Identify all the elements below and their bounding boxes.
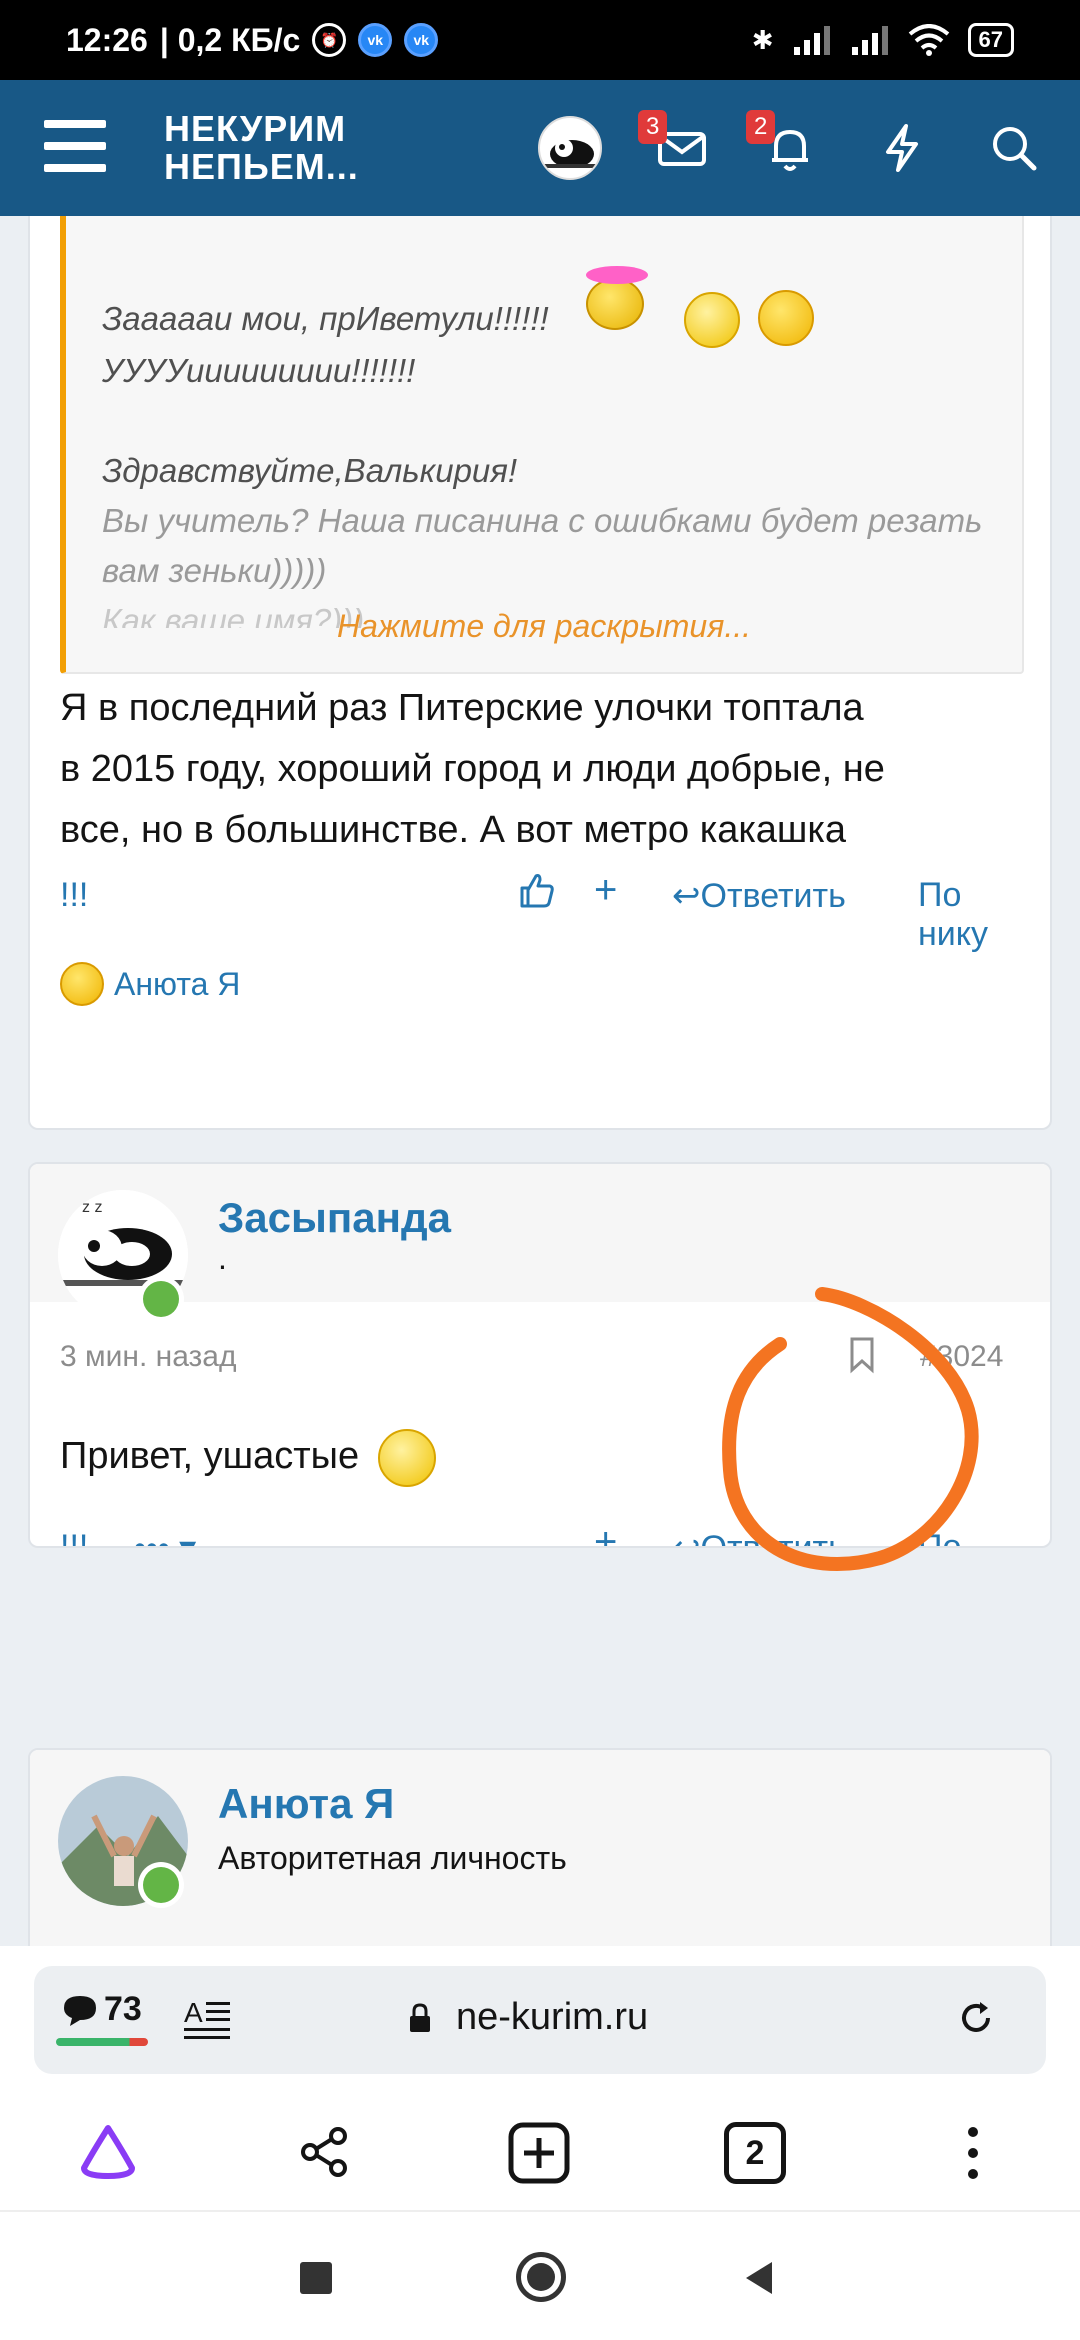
- report-button[interactable]: !!!: [60, 1528, 88, 1546]
- bluetooth-icon: ✱: [751, 24, 774, 55]
- quote-line: Зааааaи мои, прИветули!!!!!!: [102, 300, 549, 337]
- laughing-reaction-icon: [60, 962, 104, 1006]
- smiley-icon: [684, 292, 740, 348]
- lightning-icon[interactable]: [874, 120, 930, 176]
- lock-icon: [410, 2003, 430, 2032]
- smiley-icon: [586, 278, 644, 330]
- like-icon[interactable]: [516, 870, 556, 910]
- bookmark-icon[interactable]: [848, 1336, 876, 1374]
- quote-line: вам зеньки))))): [102, 552, 327, 589]
- reply-button[interactable]: ↩Ответить: [672, 1528, 846, 1548]
- recent-apps-button[interactable]: [300, 2262, 332, 2294]
- url-pill[interactable]: 73 A ne-kurim.ru: [34, 1966, 1046, 2074]
- reader-mode-icon[interactable]: A: [184, 1996, 232, 2040]
- messages-badge: 3: [638, 110, 668, 144]
- svg-text:z z: z z: [82, 1199, 102, 1216]
- reaction-user[interactable]: Анюта Я: [114, 966, 240, 1003]
- comments-icon[interactable]: [60, 1992, 100, 2028]
- post-actions: !!! ••• ▾ + ↩Ответить По нику: [60, 1520, 1024, 1548]
- post-time[interactable]: 3 мин. назад: [60, 1340, 237, 1374]
- account-avatar[interactable]: [538, 116, 602, 180]
- reply-button[interactable]: ↩Ответить: [672, 876, 846, 916]
- url-text[interactable]: ne-kurim.ru: [456, 1996, 648, 2039]
- status-time: 12:26: [66, 21, 148, 58]
- post-text-line: Я в последний раз Питерские улочки топта…: [60, 687, 864, 729]
- user-title: .: [218, 1240, 227, 1276]
- quote-line: Здравствуйте,Валькирия!: [102, 452, 518, 489]
- quote-block: Зааааaи мои, прИветули!!!!!! УУУУиииииии…: [60, 216, 1024, 674]
- smiley-icon: [758, 290, 814, 346]
- battery-indicator: 67: [967, 23, 1014, 57]
- username[interactable]: Засыпанда: [218, 1194, 451, 1242]
- alerts-badge: 2: [746, 110, 776, 144]
- browser-address-bar: 73 A ne-kurim.ru: [0, 1946, 1080, 2094]
- quote-line: УУУУиииииииии!!!!!!!: [102, 352, 416, 389]
- plus-button[interactable]: +: [594, 868, 617, 913]
- system-navigation-bar: [0, 2210, 1080, 2340]
- post-text-line: Привет, ушастые: [60, 1435, 360, 1477]
- reactions-bar[interactable]: Анюта Я: [60, 962, 240, 1006]
- more-options-icon[interactable]: [958, 2122, 988, 2184]
- report-button[interactable]: !!!: [60, 876, 88, 915]
- post-card: Зааааaи мои, прИветули!!!!!! УУУУиииииии…: [28, 216, 1052, 1130]
- smiley-icon: [377, 1428, 436, 1487]
- status-speed: | 0,2 КБ/с: [159, 21, 301, 58]
- post-number[interactable]: #3024: [920, 1340, 1003, 1374]
- more-menu-button[interactable]: ••• ▾: [134, 1528, 196, 1548]
- svg-text:A: A: [184, 1997, 203, 2028]
- by-nick-button[interactable]: По нику: [918, 876, 1024, 954]
- thread-content: Зааааaи мои, прИветули!!!!!! УУУУиииииии…: [0, 216, 1080, 1946]
- wifi-icon: [908, 24, 949, 56]
- reply-label: Ответить: [700, 877, 846, 915]
- alarm-icon: ⏰: [312, 23, 347, 57]
- post-actions: !!! + ↩Ответить По нику: [60, 868, 1024, 953]
- brand-line-2: НЕПЬЕМ...: [164, 146, 359, 187]
- username[interactable]: Анюта Я: [218, 1780, 394, 1828]
- expand-quote-link[interactable]: Нажмите для раскрытия...: [66, 608, 1022, 645]
- comments-progress: [56, 2038, 148, 2046]
- vk-notification-icon: vk: [358, 23, 393, 57]
- more-label: •••: [134, 1529, 170, 1548]
- post-body: Привет, ушастые: [60, 1426, 436, 1487]
- smiley-icon: [586, 266, 648, 284]
- comments-count[interactable]: 73: [104, 1990, 142, 2029]
- home-button[interactable]: [516, 2252, 566, 2302]
- post-body: Я в последний раз Питерские улочки топта…: [60, 678, 885, 861]
- post-card: z z Засыпанда . 3 мин. назад #3024 Приве…: [28, 1162, 1052, 1548]
- by-nick-button[interactable]: По нику: [918, 1528, 1024, 1546]
- site-logo[interactable]: НЕКУРИМ НЕПЬЕМ...: [164, 110, 359, 186]
- post-text-line: все, но в большинстве. А вот метро какаш…: [60, 809, 846, 851]
- vk-notification-icon-2: vk: [404, 23, 439, 57]
- reload-icon[interactable]: [956, 1998, 996, 2038]
- reply-label: Ответить: [700, 1529, 846, 1548]
- status-bar: 12:26 | 0,2 КБ/с ⏰ vk vk ✱ 67: [0, 0, 1080, 80]
- brand-line-1: НЕКУРИМ: [164, 108, 347, 149]
- new-tab-icon[interactable]: [508, 2122, 570, 2184]
- online-indicator: [138, 1862, 184, 1908]
- menu-icon[interactable]: [44, 120, 106, 172]
- tabs-counter-button[interactable]: 2: [724, 2122, 786, 2184]
- search-icon[interactable]: [986, 120, 1042, 176]
- post-text-line: в 2015 году, хороший город и люди добрые…: [60, 748, 885, 790]
- signal-icon: [793, 26, 830, 55]
- plus-button[interactable]: +: [594, 1520, 617, 1546]
- share-icon[interactable]: [296, 2124, 352, 2180]
- signal-icon-2: [851, 26, 888, 55]
- back-button[interactable]: [742, 2260, 778, 2296]
- app-header: НЕКУРИМ НЕПЬЕМ... 3 2: [0, 80, 1080, 216]
- reply-icon: ↩: [672, 1529, 701, 1548]
- browser-bottom-nav: 2: [0, 2094, 1080, 2210]
- alice-assistant-icon[interactable]: [76, 2120, 140, 2184]
- user-title: Авторитетная личность: [218, 1840, 567, 1876]
- online-indicator: [138, 1276, 184, 1322]
- reply-icon: ↩: [672, 877, 701, 915]
- post-card: Анюта Я Авторитетная личность: [28, 1748, 1052, 1946]
- quote-line: Вы учитель? Наша писанина с ошибками буд…: [102, 502, 983, 539]
